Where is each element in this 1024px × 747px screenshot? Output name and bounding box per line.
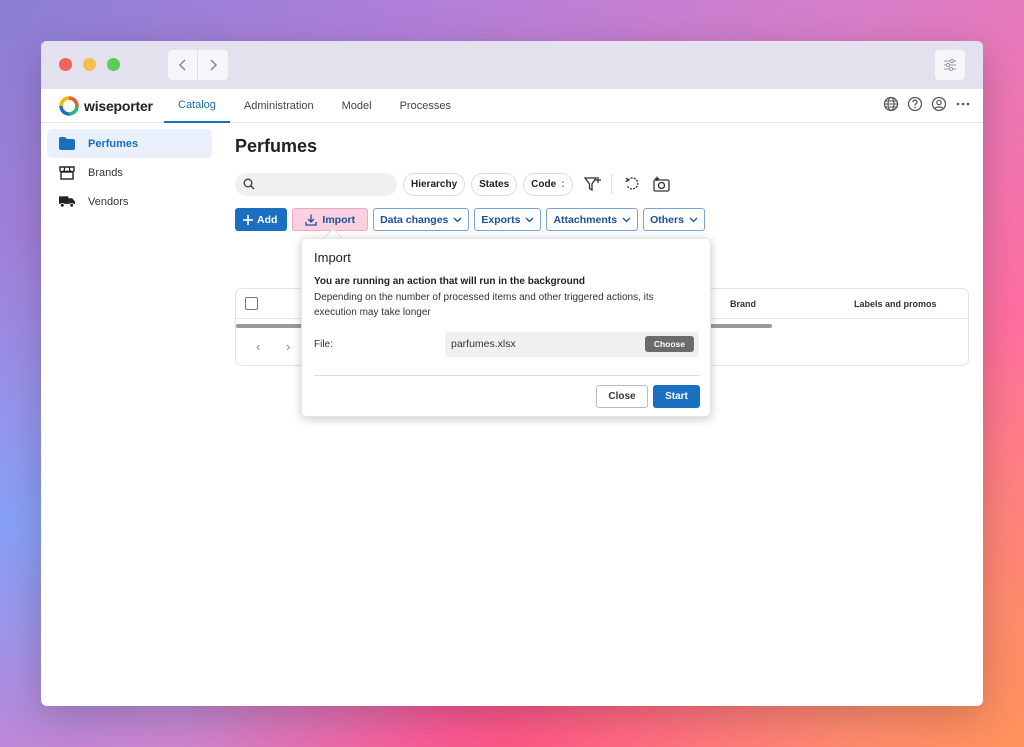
help-icon[interactable] <box>907 96 923 112</box>
popup-title: Import <box>314 250 351 265</box>
download-icon <box>305 214 318 226</box>
chevron-left-icon <box>178 59 186 71</box>
sliders-icon <box>944 59 956 71</box>
next-page-icon[interactable]: › <box>286 339 290 354</box>
main-content: Perfumes Hierarchy States Code: Add Impo… <box>235 129 971 366</box>
import-button-label: Import <box>322 213 356 226</box>
sidebar-item-vendors[interactable]: Vendors <box>47 187 212 216</box>
forward-button[interactable] <box>198 50 228 80</box>
chevron-down-icon <box>526 217 534 222</box>
app-logo[interactable]: wiseporter <box>59 95 164 116</box>
data-changes-dropdown[interactable]: Data changes <box>373 208 470 231</box>
search-input[interactable] <box>235 172 397 196</box>
chevron-right-icon <box>210 59 218 71</box>
window-titlebar <box>41 41 983 89</box>
wiseporter-logo-icon <box>59 95 79 116</box>
globe-icon[interactable] <box>883 96 899 112</box>
back-button[interactable] <box>168 50 198 80</box>
camera-add-icon[interactable] <box>652 174 672 194</box>
folder-icon <box>59 137 75 151</box>
filter-hierarchy[interactable]: Hierarchy <box>403 172 466 196</box>
filter-toolbar: Hierarchy States Code: <box>235 172 971 196</box>
choose-file-button[interactable]: Choose <box>644 336 694 352</box>
column-header-labels-promos[interactable]: Labels and promos <box>854 289 937 319</box>
dropdown-label: Attachments <box>553 213 618 226</box>
page-title: Perfumes <box>235 136 318 156</box>
brand-name: wiseporter <box>84 97 153 114</box>
add-filter-icon[interactable] <box>583 174 603 194</box>
filter-label: States <box>479 178 510 190</box>
attachments-dropdown[interactable]: Attachments <box>546 208 639 231</box>
add-button[interactable]: Add <box>235 208 288 231</box>
file-value: parfumes.xlsx <box>451 338 516 350</box>
window-settings-button[interactable] <box>935 50 965 80</box>
user-account-icon[interactable] <box>931 96 947 112</box>
prev-page-icon[interactable]: ‹ <box>256 339 260 354</box>
import-button[interactable]: Import <box>292 208 369 231</box>
import-popup: Import You are running an action that wi… <box>301 238 711 417</box>
sidebar-item-label: Perfumes <box>88 137 139 150</box>
sidebar: Perfumes Brands Vendors <box>47 129 212 216</box>
chevron-down-icon <box>689 217 698 222</box>
close-window-button[interactable] <box>59 58 72 71</box>
plus-icon <box>243 214 253 225</box>
search-icon <box>243 178 255 190</box>
tab-catalog[interactable]: Catalog <box>164 89 230 123</box>
truck-icon <box>59 195 75 209</box>
chevron-down-icon <box>622 217 631 222</box>
filter-code[interactable]: Code: <box>523 172 573 196</box>
file-input[interactable]: parfumes.xlsx Choose <box>445 332 699 357</box>
store-icon <box>59 165 75 180</box>
dropdown-label: Data changes <box>380 213 449 226</box>
header-icons <box>883 96 971 112</box>
popup-description: Depending on the number of processed ite… <box>314 292 654 318</box>
filter-states[interactable]: States <box>471 172 518 196</box>
actions-toolbar: Add Import Data changes Exports Attachme… <box>235 208 971 231</box>
toolbar-divider <box>610 174 612 194</box>
reset-icon[interactable] <box>622 174 642 194</box>
popup-headline: You are running an action that will run … <box>314 276 585 287</box>
app-header: wiseporter Catalog Administration Model … <box>41 89 983 123</box>
minimize-window-button[interactable] <box>83 58 96 71</box>
exports-dropdown[interactable]: Exports <box>474 208 542 231</box>
filter-code-suffix: : <box>561 178 565 190</box>
maximize-window-button[interactable] <box>107 58 120 71</box>
tab-administration[interactable]: Administration <box>230 89 328 123</box>
sidebar-item-label: Brands <box>88 166 123 179</box>
select-all-checkbox[interactable] <box>245 297 258 310</box>
sidebar-item-brands[interactable]: Brands <box>47 158 212 187</box>
dropdown-label: Others <box>650 213 684 226</box>
sidebar-item-label: Vendors <box>88 195 129 208</box>
tab-model[interactable]: Model <box>328 89 386 123</box>
start-button[interactable]: Start <box>653 385 700 408</box>
nav-buttons <box>168 50 228 80</box>
sidebar-item-perfumes[interactable]: Perfumes <box>47 129 212 158</box>
more-icon[interactable] <box>955 96 971 112</box>
popup-divider <box>314 375 700 376</box>
add-button-label: Add <box>257 213 278 226</box>
chevron-down-icon <box>453 217 462 222</box>
file-label: File: <box>314 339 333 350</box>
close-button[interactable]: Close <box>596 385 648 408</box>
tab-processes[interactable]: Processes <box>386 89 465 123</box>
others-dropdown[interactable]: Others <box>643 208 705 231</box>
dropdown-label: Exports <box>481 213 521 226</box>
column-header-brand[interactable]: Brand <box>730 289 756 319</box>
filter-label: Code <box>531 178 557 190</box>
main-tabs: Catalog Administration Model Processes <box>164 89 465 123</box>
filter-label: Hierarchy <box>411 178 458 190</box>
